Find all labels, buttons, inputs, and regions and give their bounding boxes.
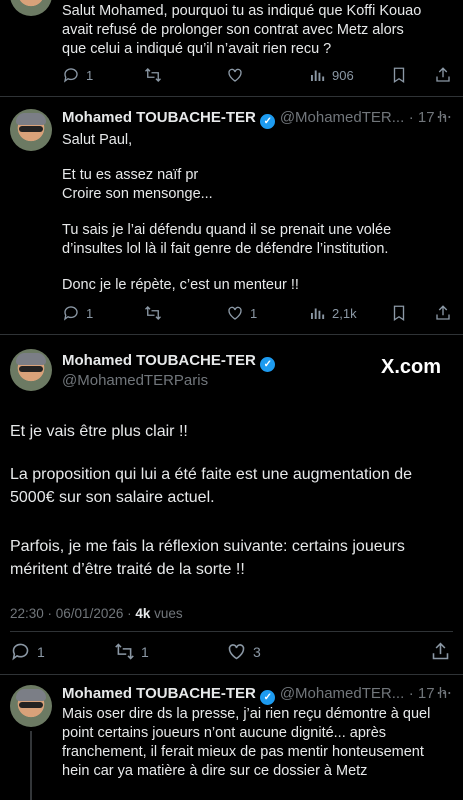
reply-tweet[interactable]: Mohamed TOUBACHE-TER ✓ @MohamedTER... · … [0,97,463,333]
like-button[interactable]: 1 [226,304,257,322]
like-count: 1 [250,305,258,321]
views-count: 906 [332,67,354,83]
tweet-text-line: Donc je le répète, c’est un menteur !! [62,277,299,293]
heart-icon [228,306,242,320]
views-count: 4k [135,606,151,621]
repost-icon [145,68,161,82]
tweet-text-line: 5000€ sur son salaire actuel. [10,489,215,506]
tweet-text-line: que celui a indiqué qu’il n’avait rien r… [62,41,332,57]
tweet-text-line: Salut Paul, [62,132,133,148]
tweet-text-line: Mais oser dire ds la presse, j’ai rien r… [62,706,431,722]
reply-count: 1 [37,643,45,660]
like-button[interactable] [226,66,244,84]
author-handle[interactable]: @MohamedTER... [280,685,404,702]
reply-button[interactable]: 1 [62,304,93,322]
tweet-text-line: Tu sais je l’ai défendu quand il se pren… [62,222,392,238]
tweet-text-line: Salut Mohamed, pourquoi tu as indiqué qu… [62,3,422,19]
like-button[interactable]: 3 [226,641,261,662]
share-button[interactable] [434,66,452,84]
tweet-metadata: 22:30 · 06/01/2026 · 4k vues [10,606,183,621]
tweet-text-line: Parfois, je me fais la réflexion suivant… [10,538,405,555]
tweet-text-line: Et je vais être plus clair !! [10,423,188,440]
share-icon [432,642,449,660]
tweet-text-line: La proposition qui lui a été faite est u… [10,466,413,483]
avatar[interactable] [10,109,52,151]
bookmark-button[interactable] [390,304,408,322]
views-icon [311,308,325,319]
views-count: 2,1k [332,305,357,321]
bookmark-icon [393,67,405,84]
tweet-text-line: Croire son mensonge... [62,186,213,202]
verified-icon: ✓ [260,690,276,705]
share-icon [436,67,450,82]
repost-button[interactable] [144,66,162,84]
reply-icon [63,306,78,321]
views-label: vues [150,606,183,621]
author-name[interactable]: Mohamed TOUBACHE-TER [62,352,256,369]
share-button[interactable] [430,641,451,662]
avatar[interactable] [10,685,52,727]
repost-button[interactable] [144,304,162,322]
views-button[interactable]: 2,1k [308,304,357,322]
reply-icon [63,68,78,83]
reply-button[interactable]: 1 [62,66,93,84]
reply-tweet[interactable]: Mohamed TOUBACHE-TER ✓ @MohamedTER... · … [0,675,463,800]
heart-icon [228,68,242,82]
more-icon[interactable]: ⋯ [436,107,452,127]
more-icon[interactable]: ⋯ [436,683,452,703]
main-tweet: Mohamed TOUBACHE-TER ✓ @MohamedTERParis … [0,335,463,673]
verified-icon: ✓ [260,357,276,372]
bookmark-icon [393,305,405,322]
share-icon [436,305,450,320]
views-icon [311,70,325,81]
author-handle[interactable]: @MohamedTER... [280,109,404,126]
top-tweet[interactable]: Salut Mohamed, pourquoi tu as indiqué qu… [0,0,463,95]
views-button[interactable]: 906 [308,66,354,84]
heart-icon [228,644,245,660]
share-button[interactable] [434,304,452,322]
repost-icon [145,306,161,320]
repost-icon [115,643,134,660]
tweet-text-line: franchement, il ferait mieux de pas ment… [62,744,424,760]
avatar[interactable] [10,0,52,16]
tweet-text-line: méritent d’être traité de la sorte !! [10,561,245,578]
avatar[interactable] [10,349,52,391]
author-handle[interactable]: @MohamedTERParis [62,372,208,389]
divider [10,631,453,632]
thread-line [30,731,32,800]
reply-count: 1 [86,67,94,83]
tweet-text-line: hein car ya matière à dire sur ce dossie… [62,763,368,779]
author-name[interactable]: Mohamed TOUBACHE-TER [62,109,256,126]
tweet-text-line: Et tu es assez naïf pr [62,167,199,183]
repost-button[interactable]: 1 [114,641,149,662]
timestamp[interactable]: 22:30 · 06/01/2026 · [10,606,135,621]
bookmark-button[interactable] [390,66,408,84]
tweet-text-line: point certains joueurs n’ont aucune dign… [62,725,387,741]
verified-icon: ✓ [260,114,276,129]
tweet-text-line: avait refusé de prolonger son contrat av… [62,22,404,38]
x-watermark: X.com [381,356,442,378]
reply-count: 1 [86,305,94,321]
author-name[interactable]: Mohamed TOUBACHE-TER [62,685,256,702]
like-count: 3 [253,643,261,660]
reply-icon [12,643,29,661]
reply-button[interactable]: 1 [10,641,45,662]
tweet-text-line: d’insultes lol là il fait genre de défen… [62,241,389,257]
repost-count: 1 [141,643,149,660]
